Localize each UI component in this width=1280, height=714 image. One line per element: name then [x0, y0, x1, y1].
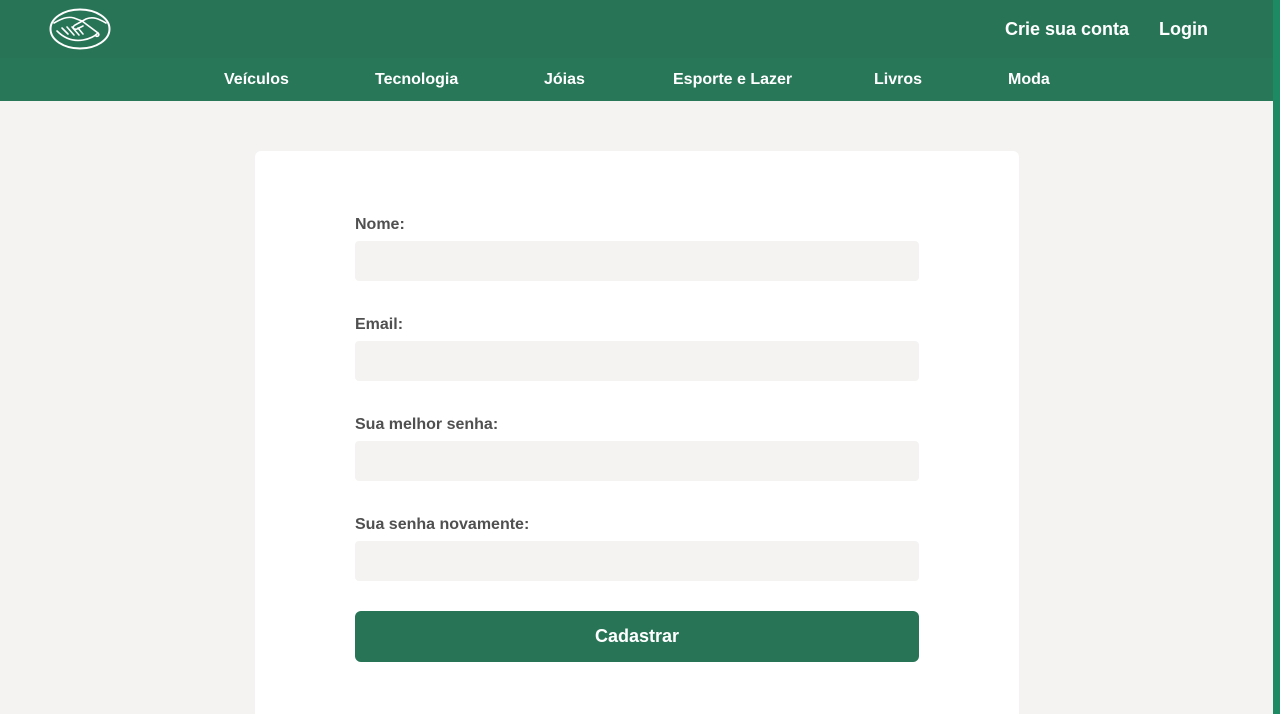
email-field-group: Email: — [355, 315, 919, 415]
category-list: Veículos Tecnologia Jóias Esporte e Laze… — [0, 58, 1273, 101]
handshake-logo-icon[interactable] — [49, 7, 111, 51]
name-input[interactable] — [355, 241, 919, 281]
top-header: Crie sua conta Login — [0, 0, 1273, 58]
password-input[interactable] — [355, 441, 919, 481]
nav-item-joias[interactable]: Jóias — [544, 58, 585, 101]
name-field-group: Nome: — [355, 215, 919, 315]
password-confirm-field-group: Sua senha novamente: — [355, 515, 919, 615]
password-label: Sua melhor senha: — [355, 416, 499, 433]
submit-button[interactable]: Cadastrar — [355, 611, 919, 662]
signup-form: Nome: Email: Sua melhor senha: Sua senha… — [355, 215, 919, 662]
nav-item-moda[interactable]: Moda — [1008, 58, 1050, 101]
password-field-group: Sua melhor senha: — [355, 415, 919, 515]
email-input[interactable] — [355, 341, 919, 381]
nav-item-tecnologia[interactable]: Tecnologia — [375, 58, 458, 101]
category-nav: Veículos Tecnologia Jóias Esporte e Laze… — [0, 58, 1273, 101]
nav-item-livros[interactable]: Livros — [874, 58, 922, 101]
password-confirm-label: Sua senha novamente: — [355, 516, 530, 533]
nav-item-esporte-e-lazer[interactable]: Esporte e Lazer — [673, 58, 792, 101]
password-confirm-input[interactable] — [355, 541, 919, 581]
email-label: Email: — [355, 316, 404, 333]
name-label: Nome: — [355, 216, 405, 233]
nav-item-veiculos[interactable]: Veículos — [224, 58, 289, 101]
create-account-link[interactable]: Crie sua conta — [1005, 19, 1129, 40]
right-edge-stripe — [1273, 0, 1280, 714]
account-links: Crie sua conta Login — [1005, 0, 1208, 58]
signup-card: Nome: Email: Sua melhor senha: Sua senha… — [255, 151, 1019, 714]
login-link[interactable]: Login — [1159, 19, 1208, 40]
